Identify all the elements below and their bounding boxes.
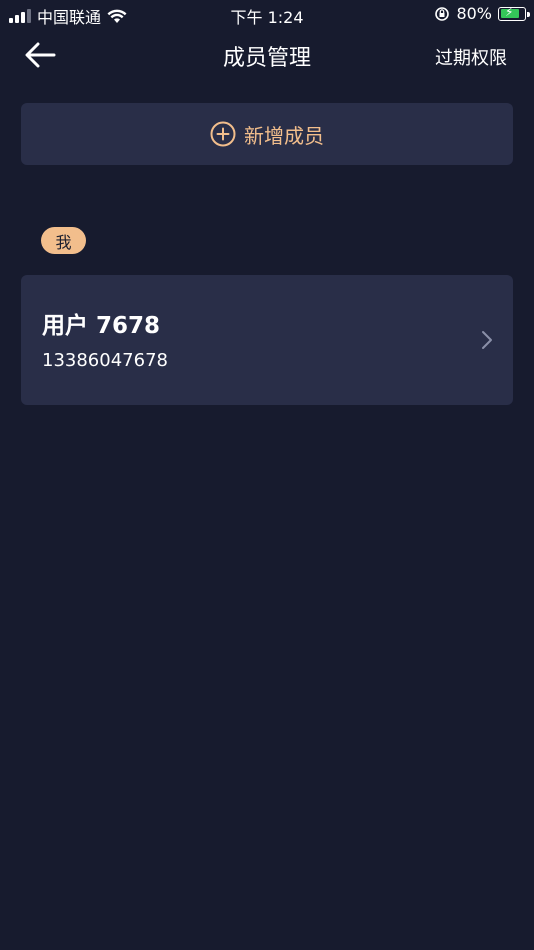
- expired-permissions-link[interactable]: 过期权限: [435, 44, 507, 70]
- me-badge: 我: [41, 227, 86, 254]
- orientation-lock-icon: [435, 6, 450, 21]
- battery-icon: ⚡: [498, 5, 530, 21]
- battery-percent: 80%: [456, 4, 492, 23]
- member-phone: 13386047678: [42, 350, 168, 371]
- member-card[interactable]: 用户 7678 13386047678: [21, 275, 513, 405]
- chevron-right-icon: [482, 331, 492, 349]
- add-member-label: 新增成员: [244, 123, 324, 148]
- arrow-left-icon: [25, 42, 56, 68]
- back-button[interactable]: [24, 38, 64, 72]
- status-bar: 中国联通 下午 1:24 80% ⚡: [0, 0, 534, 28]
- plus-circle-icon: [210, 121, 236, 147]
- member-name: 用户 7678: [42, 313, 161, 339]
- add-member-button[interactable]: 新增成员: [21, 103, 513, 165]
- nav-bar: 成员管理 过期权限: [0, 30, 534, 80]
- status-right: 80% ⚡: [434, 4, 530, 23]
